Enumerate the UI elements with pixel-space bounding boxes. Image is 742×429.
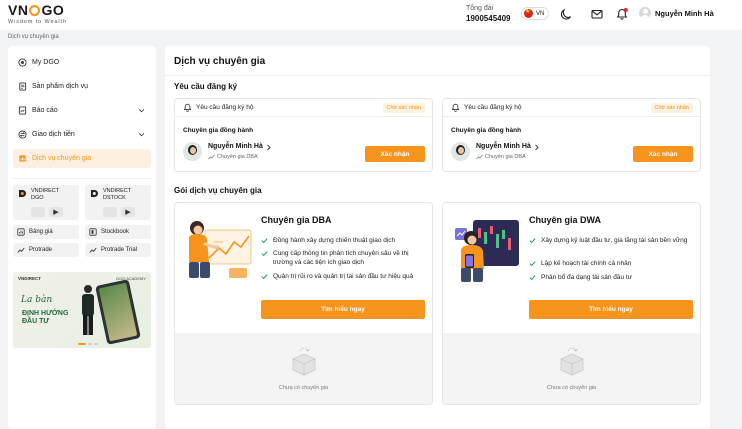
title-divider — [165, 75, 710, 76]
target-icon — [18, 58, 27, 67]
brand-logo[interactable]: VN GO Wisdom to Wealth — [8, 3, 67, 26]
chevron-down-icon — [138, 132, 145, 137]
brand-tagline: Wisdom to Wealth — [8, 19, 67, 25]
package-title: Chuyên gia DBA — [261, 215, 332, 225]
avatar — [639, 7, 651, 19]
chevron-right-icon[interactable] — [534, 144, 540, 151]
stockbook-icon — [89, 228, 97, 236]
check-icon — [261, 238, 268, 244]
check-icon — [261, 274, 268, 280]
language-switch[interactable]: VN — [521, 7, 549, 20]
check-icon — [529, 238, 536, 244]
status-badge: Chờ xác nhận — [650, 103, 693, 113]
price-board-icon — [17, 228, 25, 236]
sidebar-item-transactions[interactable]: Giao dịch tiền — [13, 125, 151, 144]
banner-pagination[interactable] — [78, 343, 98, 345]
check-icon — [529, 261, 536, 267]
expert-avatar — [451, 142, 470, 161]
expert-avatar — [183, 142, 202, 161]
expert-name-link[interactable]: Nguyễn Minh Hà — [208, 143, 263, 150]
hotline-number: 1900545409 — [466, 14, 511, 23]
packages-section-title: Gói dịch vụ chuyên gia — [174, 186, 262, 195]
link-stockbook[interactable]: Stockbook — [85, 225, 151, 239]
sidebar-item-expert-services[interactable]: Dịch vụ chuyên gia — [13, 149, 151, 168]
document-icon — [19, 82, 27, 91]
protrade-trial-icon — [89, 247, 97, 253]
sidebar-item-reports[interactable]: Báo cáo — [13, 101, 151, 120]
package-card-dwa: Chuyên gia DWA Xây dựng kỷ luật đầu tư, … — [442, 202, 701, 405]
main-panel: Dịch vụ chuyên gia Yêu cầu đăng ký Yêu c… — [165, 46, 710, 429]
protrade-icon — [17, 247, 25, 253]
promo-banner[interactable]: VNDIRECT DGO ACADEMY La bàn ĐỊNH HƯỚNG ĐẦ… — [13, 272, 151, 348]
vietnam-flag-icon — [524, 8, 533, 18]
app-card-dgo[interactable]: VNDIRECT DGO ▶ — [13, 185, 79, 220]
sidebar-item-my-dgo[interactable]: My DGO — [13, 53, 151, 72]
sidebar: My DGO Sản phẩm dịch vụ Báo cáo Giao dịc… — [8, 46, 156, 429]
status-badge: Chờ xác nhận — [382, 103, 425, 113]
report-icon — [18, 106, 27, 115]
banner-person-illustration — [82, 285, 94, 335]
trend-icon — [208, 154, 215, 160]
chevron-right-icon[interactable] — [266, 144, 272, 151]
empty-state: Chưa có chuyên gia — [443, 333, 700, 404]
notification-bell-icon[interactable] — [615, 7, 629, 21]
sidebar-divider — [13, 178, 151, 179]
check-icon — [261, 251, 268, 257]
apple-store-icon[interactable] — [31, 207, 45, 217]
bell-icon — [183, 103, 192, 112]
confirm-button[interactable]: Xác nhận — [633, 146, 693, 162]
banner-phone-illustration — [95, 279, 141, 345]
app-card-dstock[interactable]: VNDIRECT DSTOCK ▶ — [85, 185, 151, 220]
learn-more-button[interactable]: Tìm hiểu ngay — [529, 300, 693, 319]
breadcrumb[interactable]: Dịch vụ chuyên gia — [8, 34, 59, 40]
package-card-dba: Chuyên gia DBA Đồng hành xây dựng chiến … — [174, 202, 433, 405]
app-logo-icon — [91, 190, 98, 197]
google-play-icon[interactable]: ▶ — [49, 207, 63, 217]
confirm-button[interactable]: Xác nhận — [365, 146, 425, 162]
link-protrade[interactable]: Protrade — [13, 243, 79, 257]
app-logo-icon — [19, 190, 26, 197]
request-card: Yêu cầu đăng ký hộ Chờ xác nhận Chuyên g… — [442, 98, 701, 172]
user-menu[interactable]: Nguyễn Minh Hà — [639, 7, 714, 19]
requests-section-title: Yêu cầu đăng ký — [174, 82, 238, 91]
request-card: Yêu cầu đăng ký hộ Chờ xác nhận Chuyên g… — [174, 98, 433, 172]
trend-icon — [476, 154, 483, 160]
chevron-down-icon — [138, 108, 145, 113]
link-price-board[interactable]: Bảng giá — [13, 225, 79, 239]
exchange-icon — [18, 130, 27, 139]
link-protrade-trial[interactable]: Protrade Trial — [85, 243, 151, 257]
empty-box-icon — [292, 347, 316, 376]
bar-chart-icon — [19, 155, 26, 162]
apple-store-icon[interactable] — [103, 207, 117, 217]
dwa-expert-illustration — [455, 220, 519, 282]
logo-o-icon — [29, 5, 41, 16]
sidebar-item-products[interactable]: Sản phẩm dịch vụ — [13, 77, 151, 96]
dark-mode-icon[interactable] — [559, 7, 573, 21]
top-bar: VN GO Wisdom to Wealth Tổng đài 190054540… — [0, 0, 742, 30]
expert-name-link[interactable]: Nguyễn Minh Hà — [476, 143, 531, 150]
package-title: Chuyên gia DWA — [529, 215, 602, 225]
page-title: Dịch vụ chuyên gia — [174, 56, 266, 67]
dba-expert-illustration — [189, 221, 252, 278]
check-icon — [529, 275, 536, 281]
empty-state: Chưa có chuyên gia — [175, 333, 432, 404]
learn-more-button[interactable]: Tìm hiểu ngay — [261, 300, 425, 319]
mail-icon[interactable] — [590, 7, 604, 21]
bell-icon — [451, 103, 460, 112]
google-play-icon[interactable]: ▶ — [121, 207, 135, 217]
empty-box-icon — [560, 347, 584, 376]
hotline: Tổng đài 1900545409 — [466, 5, 511, 23]
